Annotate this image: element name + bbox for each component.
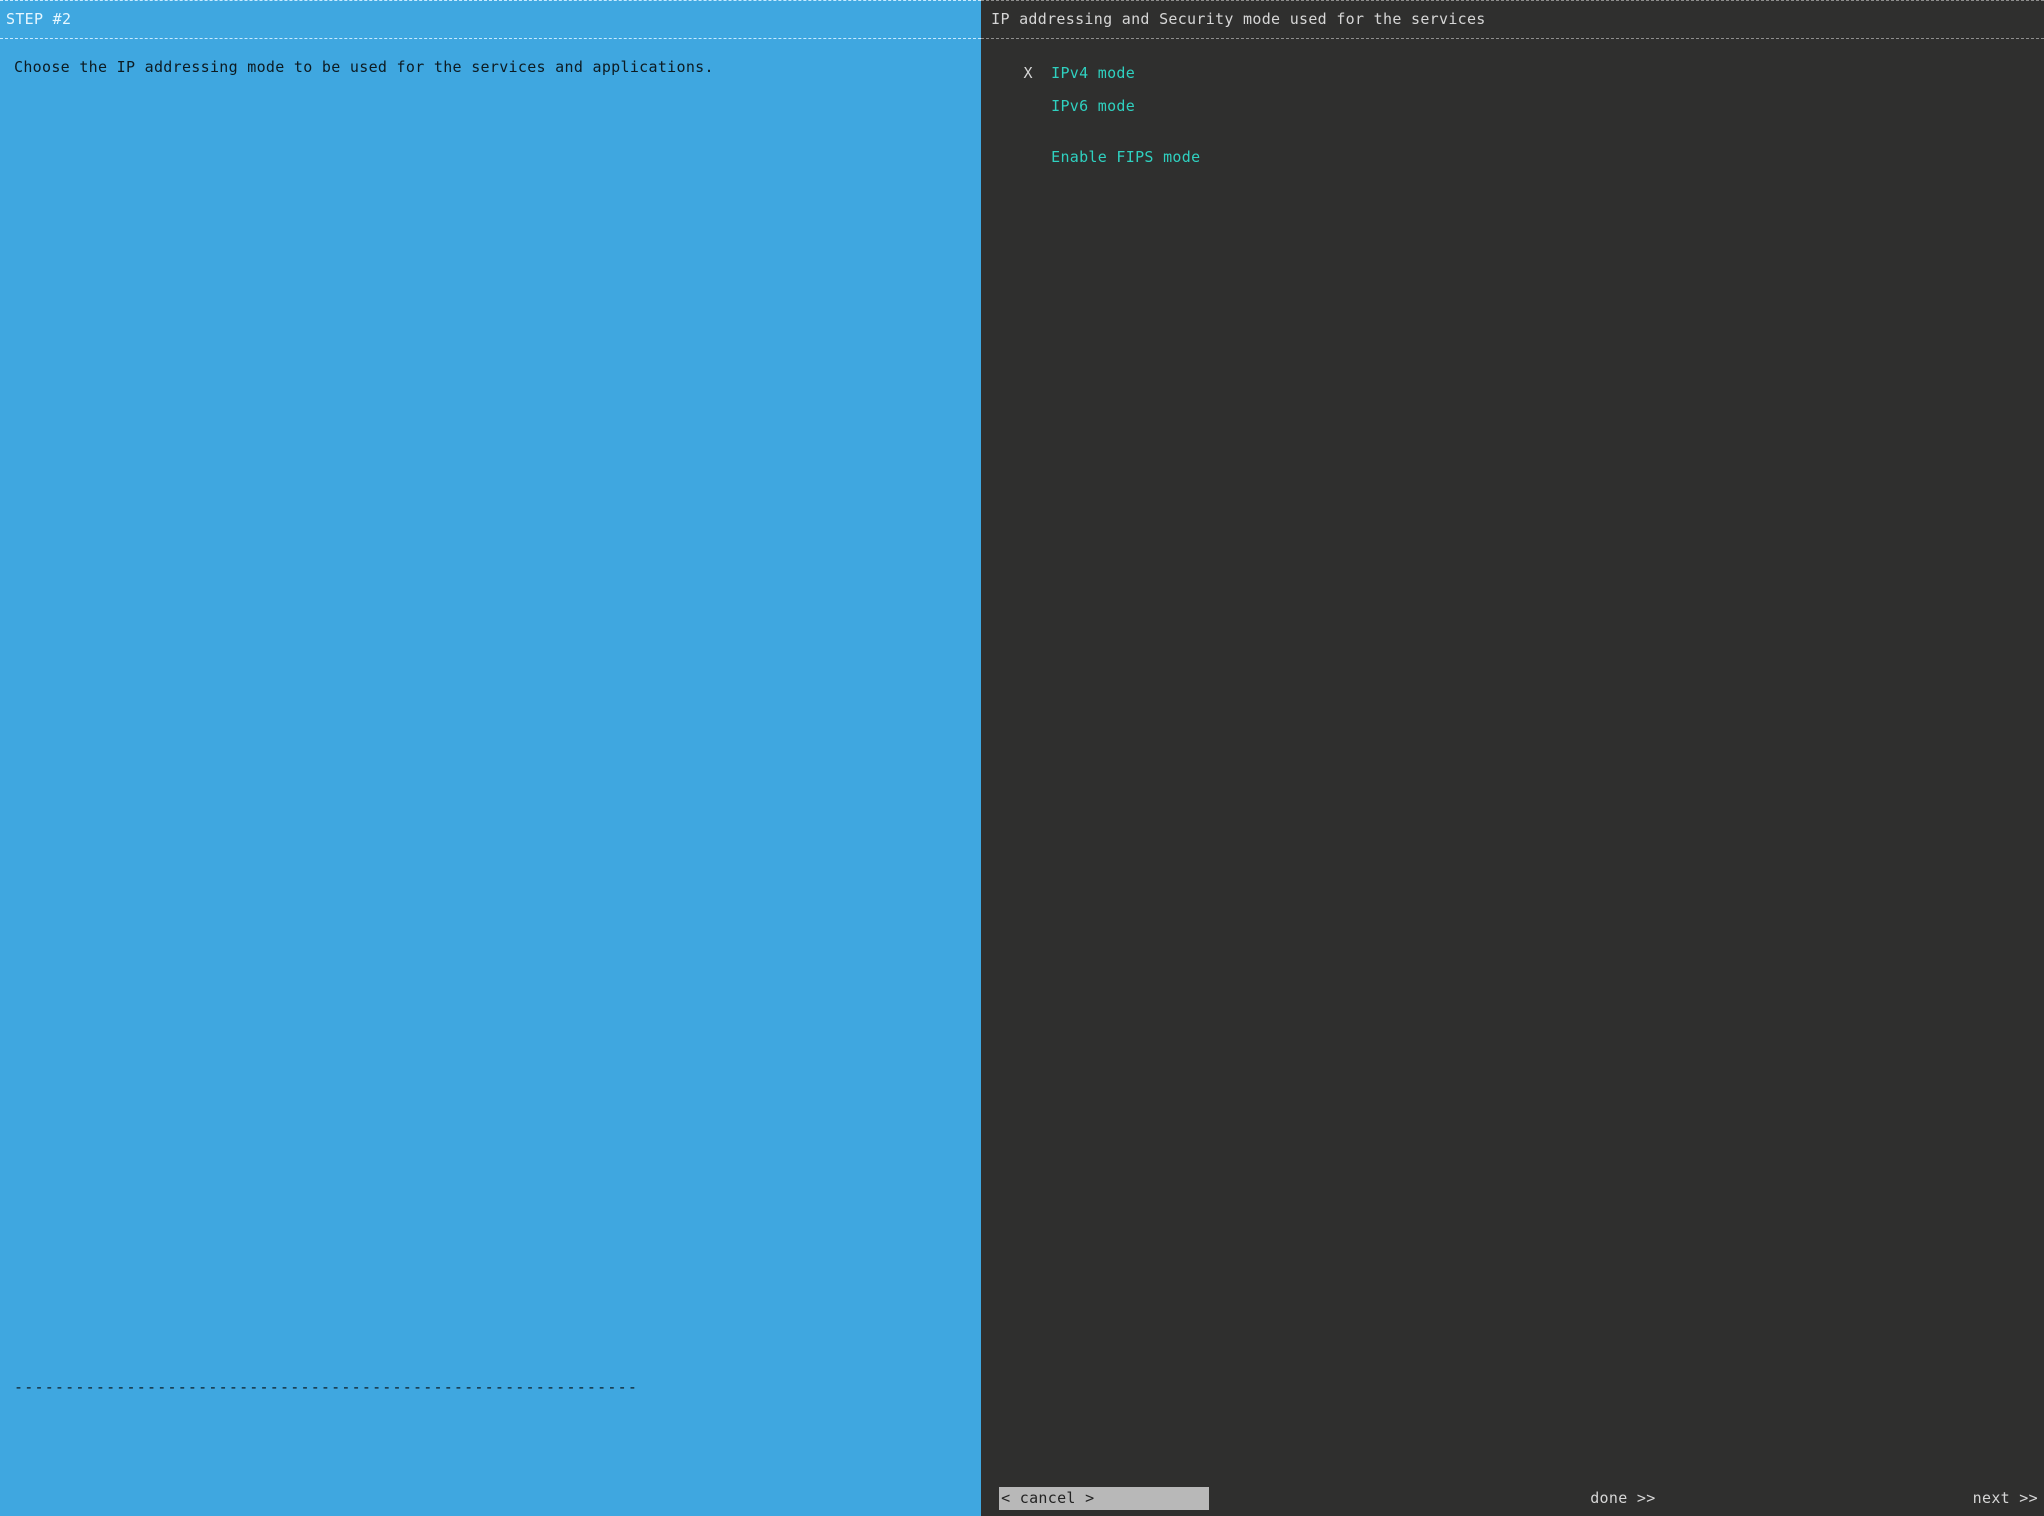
left-header: STEP #2 [0, 0, 981, 39]
option-ipv4-mode[interactable]: X IPv4 mode [981, 57, 2044, 90]
cancel-button[interactable]: < cancel > [999, 1487, 1209, 1510]
done-button[interactable]: done >> [1590, 1488, 1655, 1509]
option-label: IPv4 mode [1039, 63, 1135, 84]
installer-screen: STEP #2 Choose the IP addressing mode to… [0, 0, 2044, 1516]
right-header-title: IP addressing and Security mode used for… [981, 0, 2044, 39]
right-body: X IPv4 mode IPv6 mode Enable FIPS mode [981, 39, 2044, 1516]
option-enable-fips-mode[interactable]: Enable FIPS mode [981, 141, 2044, 174]
option-ipv6-mode[interactable]: IPv6 mode [981, 90, 2044, 123]
footer-bar: < cancel > done >> next >> [999, 1487, 2038, 1510]
option-label: IPv6 mode [1039, 96, 1135, 117]
option-spacer [981, 123, 2044, 141]
right-pane: IP addressing and Security mode used for… [981, 0, 2044, 1516]
option-mark: X [1017, 63, 1039, 84]
left-pane: STEP #2 Choose the IP addressing mode to… [0, 0, 981, 1516]
left-body: Choose the IP addressing mode to be used… [0, 39, 981, 1516]
step-description: Choose the IP addressing mode to be used… [14, 57, 967, 78]
left-divider: ----------------------------------------… [14, 1377, 967, 1398]
step-title: STEP #2 [6, 10, 71, 28]
option-label: Enable FIPS mode [1039, 147, 1200, 168]
next-button[interactable]: next >> [1973, 1488, 2038, 1509]
